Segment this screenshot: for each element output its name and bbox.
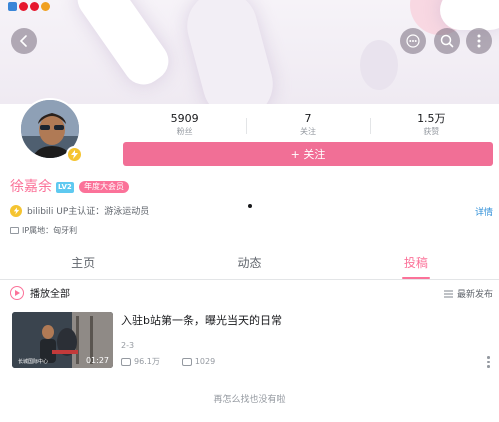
search-button[interactable] bbox=[434, 28, 460, 54]
comment-count-value: 1029 bbox=[194, 357, 216, 366]
back-icon bbox=[19, 35, 27, 47]
profile-banner bbox=[0, 0, 499, 104]
lightning-badge-icon bbox=[66, 146, 83, 163]
weibo-icon bbox=[30, 2, 39, 11]
more-dots-icon bbox=[406, 34, 420, 48]
view-count-value: 96.1万 bbox=[134, 357, 160, 366]
lightning-icon bbox=[10, 204, 22, 217]
status-icons bbox=[8, 2, 50, 11]
ip-location: IP属地：匈牙利 bbox=[10, 225, 77, 236]
menu-button[interactable] bbox=[466, 28, 492, 54]
stat-value: 5909 bbox=[170, 112, 199, 125]
view-count: 96.1万 bbox=[121, 356, 160, 367]
sort-label: 最新发布 bbox=[456, 290, 493, 300]
follow-label: + 关注 bbox=[290, 148, 326, 161]
auth-row: bilibili UP主认证：游泳运动员 bbox=[10, 204, 149, 217]
profile-stats: 5909 粉丝 7 关注 1.5万 获赞 bbox=[123, 112, 493, 140]
sort-button[interactable]: 最新发布 bbox=[443, 287, 493, 300]
menu-icon bbox=[477, 34, 481, 48]
stat-label: 粉丝 bbox=[176, 127, 193, 136]
stat-fans[interactable]: 5909 粉丝 bbox=[123, 112, 246, 140]
stat-label: 关注 bbox=[299, 127, 316, 136]
weibo-icon bbox=[19, 2, 28, 11]
user-name: 徐嘉余 bbox=[10, 179, 52, 195]
tab-uploads[interactable]: 投稿 bbox=[333, 248, 499, 279]
play-all-button[interactable]: 播放全部 bbox=[10, 285, 70, 300]
back-button[interactable] bbox=[11, 28, 37, 54]
video-thumbnail[interactable]: 长城国际中心 01:27 bbox=[12, 312, 113, 368]
ip-icon bbox=[10, 227, 19, 234]
video-duration: 01:27 bbox=[85, 356, 109, 365]
comment-count: 1029 bbox=[181, 356, 216, 367]
stat-value: 1.5万 bbox=[417, 112, 446, 125]
play-count-icon bbox=[121, 357, 131, 366]
end-of-list-text: 再怎么找也没有啦 bbox=[213, 395, 286, 405]
follow-button[interactable]: + 关注 bbox=[123, 142, 493, 166]
tab-dynamic[interactable]: 动态 bbox=[166, 248, 332, 279]
level-badge: LV2 bbox=[56, 182, 74, 193]
stat-likes[interactable]: 1.5万 获赞 bbox=[369, 112, 493, 140]
list-sort-icon bbox=[443, 289, 453, 298]
play-icon bbox=[10, 285, 24, 300]
play-all-label: 播放全部 bbox=[30, 289, 70, 300]
thumb-caption: 长城国际中心 bbox=[18, 359, 49, 365]
video-more-icon[interactable] bbox=[487, 356, 490, 368]
video-stats: 96.1万 1029 bbox=[121, 356, 215, 367]
weibo-icon bbox=[41, 2, 50, 11]
auth-text: bilibili UP主认证：游泳运动员 bbox=[27, 207, 150, 217]
stat-value: 7 bbox=[304, 112, 312, 125]
tab-home[interactable]: 主页 bbox=[0, 248, 166, 279]
comment-icon bbox=[181, 357, 192, 366]
detail-link[interactable]: 详情 bbox=[475, 205, 493, 218]
video-title[interactable]: 入驻b站第一条，曝光当天的日常 bbox=[121, 313, 282, 328]
video-date: 2-3 bbox=[121, 341, 135, 350]
checkmark-app-icon bbox=[8, 2, 17, 11]
stat-label: 获赞 bbox=[423, 127, 440, 136]
more-dots-button[interactable] bbox=[400, 28, 426, 54]
profile-tabs: 主页 动态 投稿 bbox=[0, 248, 499, 280]
dot-marker bbox=[248, 204, 252, 208]
stat-following[interactable]: 7 关注 bbox=[246, 112, 369, 140]
search-icon bbox=[440, 34, 454, 48]
ip-text: IP属地：匈牙利 bbox=[22, 226, 78, 235]
vip-badge[interactable]: 年度大会员 bbox=[79, 181, 129, 193]
